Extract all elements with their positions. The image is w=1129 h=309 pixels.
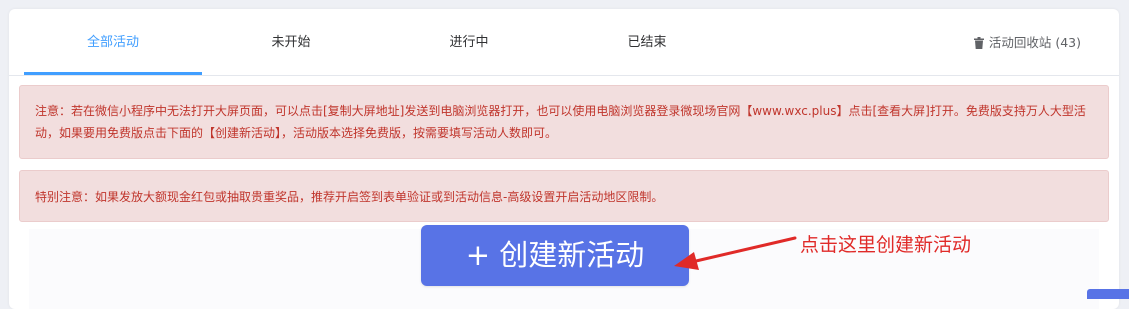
trash-icon [973,35,989,50]
recycle-bin-label: 活动回收站 (43) [988,35,1081,50]
red-arrow-annotation [674,236,797,270]
create-activity-button[interactable]: + 创建新活动 [421,225,689,286]
activity-tabs: 全部活动 未开始 进行中 已结束 活动回收站 (43) [9,9,1119,76]
annotation-text: 点击这里创建新活动 [800,234,972,256]
floating-button[interactable] [1087,289,1129,299]
notice-alert: 注意：若在微信小程序中无法打开大屏页面，可以点击[复制大屏地址]发送到电脑浏览器… [19,85,1109,159]
special-notice-alert: 特别注意：如果发放大额现金红包或抽取贵重奖品，推荐开启签到表单验证或到活动信息-… [19,170,1109,222]
tab-not-started[interactable]: 未开始 [202,9,380,75]
recycle-bin-link[interactable]: 活动回收站 (43) [973,9,1081,75]
tab-ended[interactable]: 已结束 [558,9,736,75]
notice-text: 注意：若在微信小程序中无法打开大屏页面，可以点击[复制大屏地址]发送到电脑浏览器… [35,104,1086,140]
special-notice-text: 特别注意：如果发放大额现金红包或抽取贵重奖品，推荐开启签到表单验证或到活动信息-… [35,190,664,204]
tab-in-progress[interactable]: 进行中 [380,9,558,75]
tab-all-activities[interactable]: 全部活动 [24,9,202,75]
active-tab-indicator [24,72,202,75]
